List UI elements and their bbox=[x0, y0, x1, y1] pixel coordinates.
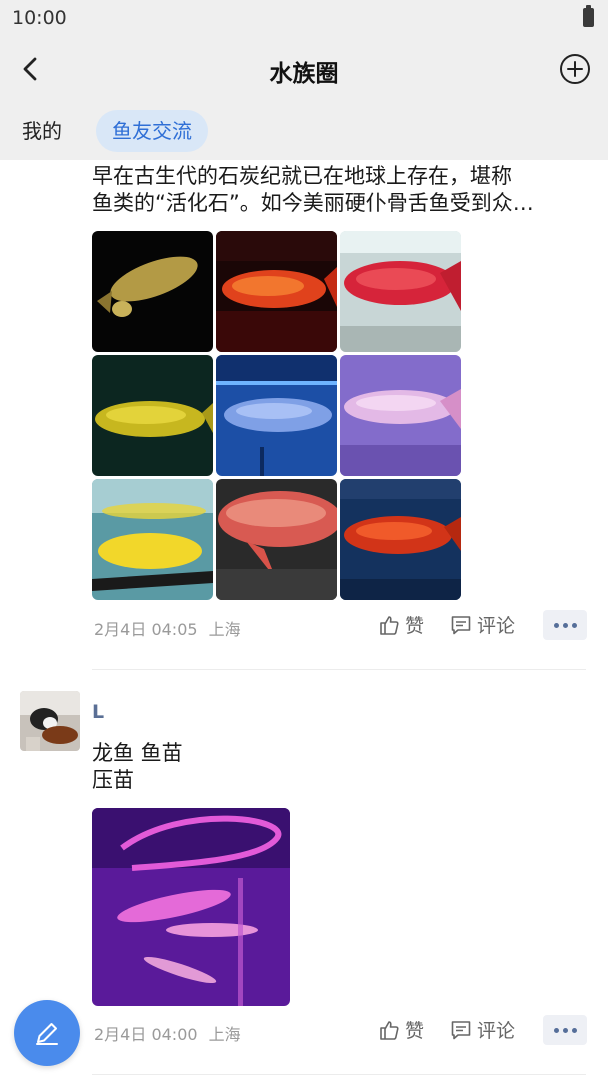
more-button[interactable] bbox=[543, 610, 587, 640]
comment-icon bbox=[451, 1020, 471, 1039]
post-image[interactable] bbox=[216, 231, 337, 352]
status-bar: 10:00 bbox=[0, 0, 608, 36]
username[interactable]: L bbox=[92, 701, 104, 723]
post-location: 上海 bbox=[208, 1025, 241, 1044]
page-title: 水族圈 bbox=[269, 61, 339, 87]
like-label: 赞 bbox=[405, 615, 425, 637]
feed[interactable]: 早在古生代的石炭纪就已在地球上存在，堪称 鱼类的“活化石”。如今美丽硬仆骨舌鱼受… bbox=[0, 160, 608, 1080]
comment-button[interactable]: 评论 bbox=[450, 1016, 515, 1043]
like-label: 赞 bbox=[405, 1020, 425, 1042]
post-image[interactable] bbox=[92, 231, 213, 352]
post-image[interactable] bbox=[340, 231, 461, 352]
post-image[interactable] bbox=[92, 479, 213, 600]
like-button[interactable]: 赞 bbox=[378, 611, 424, 638]
app-header: 水族圈 bbox=[0, 36, 608, 104]
plus-circle-icon bbox=[560, 54, 590, 84]
post-text-line: 压苗 bbox=[92, 768, 134, 792]
compose-button[interactable] bbox=[14, 1000, 80, 1066]
post-image[interactable] bbox=[340, 355, 461, 476]
post-time: 2月4日 04:00 bbox=[94, 1025, 198, 1044]
post-text: 龙鱼 鱼苗 压苗 bbox=[92, 740, 592, 794]
post-image[interactable] bbox=[92, 355, 213, 476]
tab-mine[interactable]: 我的 bbox=[6, 110, 78, 152]
post-text: 早在古生代的石炭纪就已在地球上存在，堪称 鱼类的“活化石”。如今美丽硬仆骨舌鱼受… bbox=[92, 163, 592, 217]
thumbs-up-icon bbox=[380, 1020, 399, 1040]
tab-fish-friends[interactable]: 鱼友交流 bbox=[96, 110, 208, 152]
post-divider bbox=[92, 1074, 586, 1075]
comment-icon bbox=[451, 615, 471, 634]
more-dot bbox=[562, 1027, 568, 1033]
status-time: 10:00 bbox=[12, 7, 67, 29]
more-dot bbox=[553, 1027, 559, 1033]
post-image[interactable] bbox=[92, 808, 290, 1006]
thumbs-up-icon bbox=[380, 615, 399, 635]
more-dot bbox=[571, 622, 577, 628]
post-divider bbox=[92, 669, 586, 670]
post-image[interactable] bbox=[216, 479, 337, 600]
post-location: 上海 bbox=[208, 620, 241, 639]
comment-label: 评论 bbox=[477, 1020, 516, 1042]
more-dot bbox=[562, 622, 568, 628]
battery-icon bbox=[583, 5, 594, 27]
pencil-icon bbox=[36, 1023, 58, 1045]
post-image[interactable] bbox=[216, 355, 337, 476]
avatar[interactable] bbox=[20, 691, 80, 751]
more-dot bbox=[553, 622, 559, 628]
comment-label: 评论 bbox=[477, 615, 516, 637]
tab-bar: 我的 鱼友交流 bbox=[0, 104, 608, 160]
post-text-line: 鱼类的“活化石”。如今美丽硬仆骨舌鱼受到众… bbox=[92, 191, 534, 215]
post-image[interactable] bbox=[340, 479, 461, 600]
like-button[interactable]: 赞 bbox=[378, 1016, 424, 1043]
post-text-line: 龙鱼 鱼苗 bbox=[92, 741, 183, 765]
post-meta: 2月4日 04:00 上海 bbox=[94, 1021, 241, 1045]
post-image-grid bbox=[92, 231, 464, 601]
post-meta: 2月4日 04:05 上海 bbox=[94, 616, 241, 640]
post-text-line: 早在古生代的石炭纪就已在地球上存在，堪称 bbox=[92, 164, 512, 188]
more-dot bbox=[571, 1027, 577, 1033]
more-button[interactable] bbox=[543, 1015, 587, 1045]
post-time: 2月4日 04:05 bbox=[94, 620, 198, 639]
comment-button[interactable]: 评论 bbox=[450, 611, 515, 638]
add-post-button[interactable] bbox=[558, 52, 592, 86]
